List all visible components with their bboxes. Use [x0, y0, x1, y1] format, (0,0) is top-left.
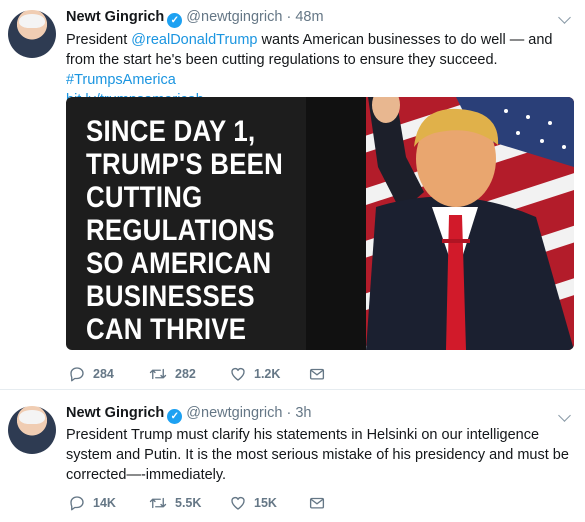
author-handle[interactable]: @newtgingrich — [186, 9, 282, 25]
author-handle[interactable]: @newtgingrich — [186, 405, 282, 421]
envelope-icon — [309, 368, 325, 380]
tweet-text-part: President — [66, 32, 132, 48]
chevron-down-icon[interactable] — [558, 11, 571, 24]
reply-icon — [70, 367, 84, 382]
retweet-icon — [149, 497, 167, 509]
tweet[interactable]: Newt Gingrich ✓ @newtgingrich · 48m Presid… — [0, 0, 585, 389]
verified-badge-icon: ✓ — [167, 409, 183, 424]
author-name[interactable]: Newt Gingrich — [66, 405, 164, 421]
separator: · — [286, 405, 292, 421]
media-headline-line: BUSINESSES — [86, 280, 255, 313]
tweet-header: Newt Gingrich ✓ @newtgingrich · 3h — [66, 405, 311, 424]
tweet-text: President Trump must clarify his stateme… — [66, 427, 569, 483]
timestamp[interactable]: 48m — [295, 9, 323, 25]
media-headline-line: CUTTING — [86, 181, 203, 214]
retweet-icon — [149, 368, 167, 380]
retweet-button[interactable]: 282 — [148, 364, 196, 384]
like-count: 15K — [254, 496, 277, 510]
avatar[interactable] — [8, 406, 56, 454]
retweet-button[interactable]: 5.5K — [148, 493, 201, 513]
timeline: Newt Gingrich ✓ @newtgingrich · 48m Presid… — [0, 0, 585, 522]
chevron-down-icon[interactable] — [558, 409, 571, 422]
author-name[interactable]: Newt Gingrich — [66, 9, 164, 25]
timestamp[interactable]: 3h — [295, 405, 311, 421]
media-headline-line: TRUMP'S BEEN — [86, 148, 284, 181]
verified-badge-icon: ✓ — [167, 13, 183, 28]
tweet[interactable]: Newt Gingrich ✓ @newtgingrich · 3h Preside… — [0, 390, 585, 522]
avatar[interactable] — [8, 10, 56, 58]
reply-button[interactable]: 284 — [68, 364, 114, 384]
media-headline: SINCE DAY 1, TRUMP'S BEEN CUTTING REGULA… — [86, 115, 301, 346]
retweet-count: 282 — [175, 367, 196, 381]
reply-icon — [70, 496, 84, 511]
heart-icon — [231, 367, 245, 381]
mention-link[interactable]: @realDonaldTrump — [131, 32, 257, 48]
direct-message-button[interactable] — [308, 364, 326, 384]
retweet-count: 5.5K — [175, 496, 202, 510]
tweet-media-image[interactable]: SINCE DAY 1, TRUMP'S BEEN CUTTING REGULA… — [66, 97, 574, 350]
envelope-icon — [309, 497, 325, 509]
media-headline-line: SO AMERICAN — [86, 247, 272, 280]
media-headline-line: SINCE DAY 1, — [86, 115, 256, 148]
direct-message-button[interactable] — [308, 493, 326, 513]
separator: · — [286, 9, 292, 25]
reply-button[interactable]: 14K — [68, 493, 116, 513]
heart-icon — [231, 496, 245, 510]
like-button[interactable]: 1.2K — [229, 364, 280, 384]
tweet-header: Newt Gingrich ✓ @newtgingrich · 48m — [66, 9, 324, 28]
reply-count: 14K — [93, 496, 116, 510]
reply-count: 284 — [93, 367, 114, 381]
hashtag-link[interactable]: #TrumpsAmerica — [66, 72, 176, 88]
media-headline-line: CAN THRIVE — [86, 313, 247, 346]
like-count: 1.2K — [254, 367, 281, 381]
media-headline-line: REGULATIONS — [86, 214, 275, 247]
like-button[interactable]: 15K — [229, 493, 277, 513]
trump-photo — [306, 97, 574, 350]
